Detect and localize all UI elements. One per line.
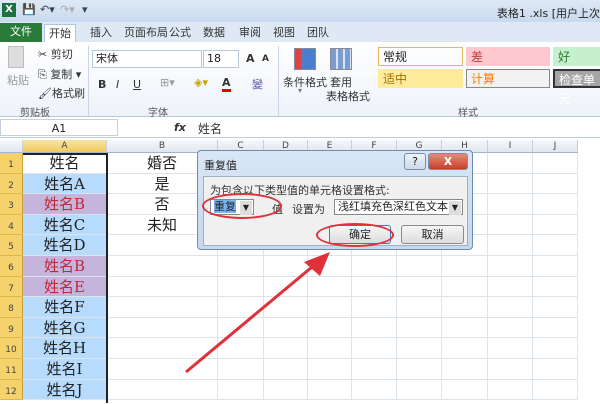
annotation-arrow bbox=[185, 252, 330, 374]
